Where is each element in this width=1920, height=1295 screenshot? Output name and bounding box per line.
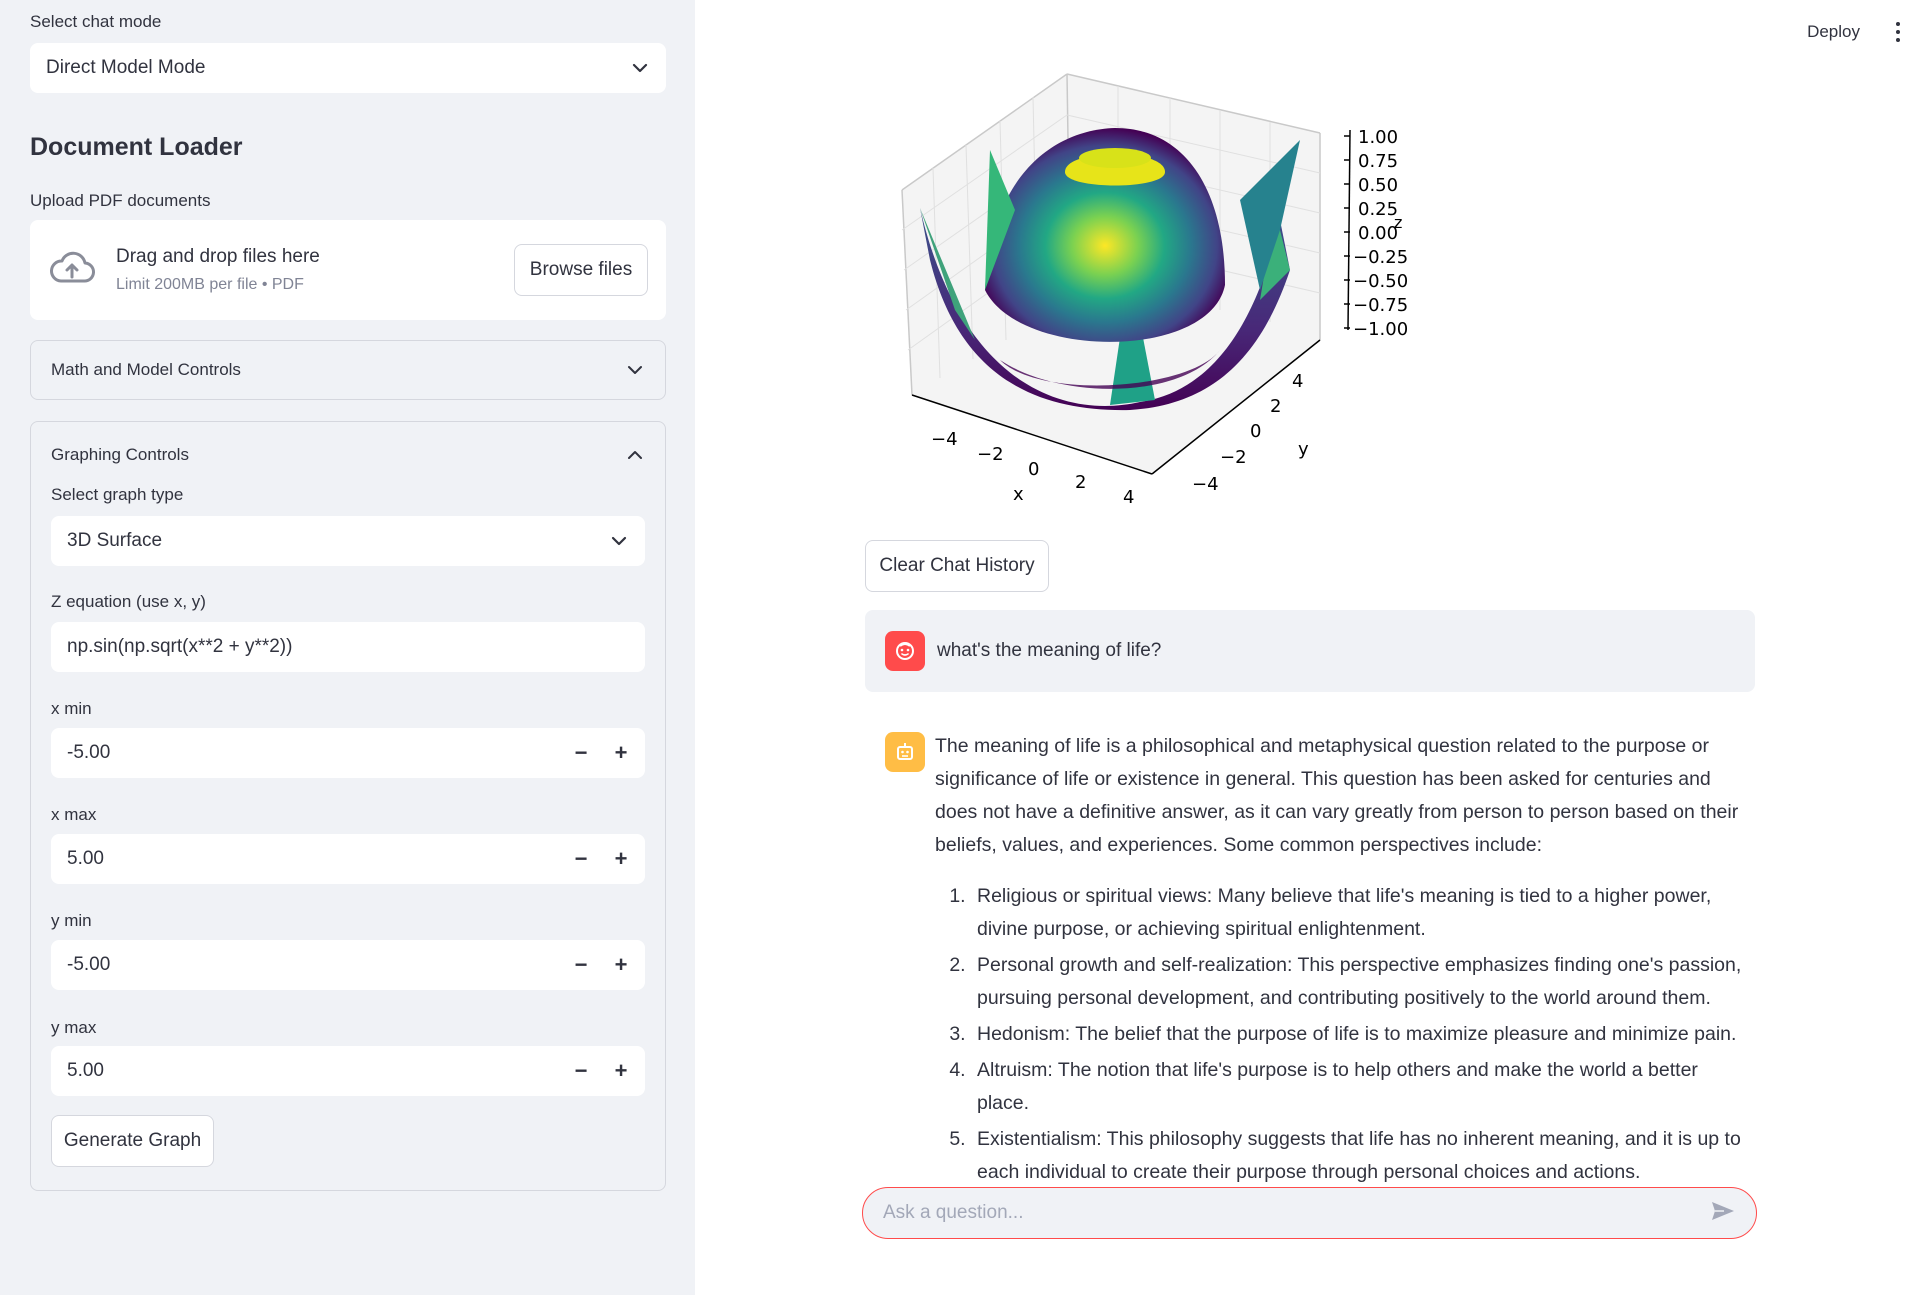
chat-mode-select[interactable]: Direct Model Mode bbox=[30, 43, 666, 93]
y-tick-label: 0 bbox=[1250, 421, 1261, 442]
generate-graph-button[interactable]: Generate Graph bbox=[51, 1115, 214, 1167]
assistant-message-body: The meaning of life is a philosophical a… bbox=[935, 730, 1755, 1192]
x-max-input[interactable]: 5.00 − + bbox=[51, 834, 645, 884]
list-item: Personal growth and self-realization: Th… bbox=[971, 949, 1755, 1015]
increment-button[interactable]: + bbox=[601, 952, 641, 978]
assistant-intro-text: The meaning of life is a philosophical a… bbox=[935, 735, 1739, 856]
x-max-label: x max bbox=[51, 805, 97, 824]
z-tick-label: −0.25 bbox=[1353, 247, 1408, 268]
y-tick-label: 4 bbox=[1292, 371, 1303, 392]
graph-type-select[interactable]: 3D Surface bbox=[51, 516, 645, 566]
deploy-button[interactable]: Deploy bbox=[1807, 22, 1860, 42]
z-equation-label: Z equation (use x, y) bbox=[51, 592, 206, 611]
increment-button[interactable]: + bbox=[601, 740, 641, 766]
upload-main-text: Drag and drop files here bbox=[116, 246, 320, 267]
graph-type-value: 3D Surface bbox=[67, 530, 163, 551]
x-tick-label: 4 bbox=[1123, 487, 1134, 508]
upload-label: Upload PDF documents bbox=[30, 191, 211, 210]
x-min-stepper: − + bbox=[561, 740, 641, 766]
assistant-perspective-list: Religious or spiritual views: Many belie… bbox=[935, 880, 1755, 1189]
x-tick-label: 2 bbox=[1075, 472, 1086, 493]
x-tick-label: −4 bbox=[931, 429, 958, 450]
y-tick-label: −4 bbox=[1192, 474, 1219, 495]
upload-instructions: Drag and drop files here Limit 200MB per… bbox=[116, 246, 514, 294]
math-controls-header[interactable]: Math and Model Controls bbox=[31, 341, 665, 399]
graphing-controls-label: Graphing Controls bbox=[51, 445, 189, 464]
x-max-stepper: − + bbox=[561, 846, 641, 872]
user-avatar-icon bbox=[885, 631, 925, 671]
z-axis-label: z bbox=[1394, 213, 1402, 232]
list-item: Religious or spiritual views: Many belie… bbox=[971, 880, 1755, 946]
z-tick-label: −1.00 bbox=[1353, 319, 1408, 340]
y-min-input[interactable]: -5.00 − + bbox=[51, 940, 645, 990]
y-max-label: y max bbox=[51, 1018, 97, 1037]
upload-limit-text: Limit 200MB per file • PDF bbox=[116, 276, 304, 293]
surface-plot: 1.00 0.75 0.50 0.25 0.00 −0.25 −0.50 −0.… bbox=[901, 73, 1408, 508]
file-uploader-dropzone[interactable]: Drag and drop files here Limit 200MB per… bbox=[30, 220, 666, 320]
chevron-down-icon bbox=[630, 58, 650, 78]
decrement-button[interactable]: − bbox=[561, 952, 601, 978]
increment-button[interactable]: + bbox=[601, 846, 641, 872]
list-item: Hedonism: The belief that the purpose of… bbox=[971, 1018, 1755, 1051]
decrement-button[interactable]: − bbox=[561, 740, 601, 766]
z-tick-label: −0.50 bbox=[1353, 271, 1408, 292]
chat-input[interactable] bbox=[883, 1202, 1710, 1224]
z-equation-input[interactable]: np.sin(np.sqrt(x**2 + y**2)) bbox=[51, 622, 645, 672]
document-loader-title: Document Loader bbox=[30, 133, 243, 161]
decrement-button[interactable]: − bbox=[561, 1058, 601, 1084]
decrement-button[interactable]: − bbox=[561, 846, 601, 872]
z-tick-label: 0.25 bbox=[1358, 199, 1398, 220]
y-min-value: -5.00 bbox=[67, 954, 111, 975]
user-message-text: what's the meaning of life? bbox=[937, 640, 1162, 661]
chat-input-container bbox=[862, 1187, 1757, 1239]
y-min-stepper: − + bbox=[561, 952, 641, 978]
z-tick-label: −0.75 bbox=[1353, 295, 1408, 316]
clear-chat-history-button[interactable]: Clear Chat History bbox=[865, 540, 1049, 592]
list-item: Existentialism: This philosophy suggests… bbox=[971, 1123, 1755, 1189]
browse-files-button[interactable]: Browse files bbox=[514, 244, 648, 296]
y-max-stepper: − + bbox=[561, 1058, 641, 1084]
y-tick-label: 2 bbox=[1270, 396, 1281, 417]
y-min-label: y min bbox=[51, 911, 92, 930]
chat-mode-label: Select chat mode bbox=[30, 12, 162, 31]
y-tick-label: −2 bbox=[1220, 447, 1247, 468]
chevron-down-icon bbox=[625, 360, 645, 380]
z-tick-label: 1.00 bbox=[1358, 127, 1398, 148]
z-tick-label: 0.00 bbox=[1358, 223, 1398, 244]
chevron-down-icon bbox=[609, 531, 629, 551]
x-min-value: -5.00 bbox=[67, 742, 111, 763]
z-tick-label: 0.50 bbox=[1358, 175, 1398, 196]
graphing-controls-expander: Graphing Controls Select graph type 3D S… bbox=[30, 421, 666, 1191]
z-axis-ticks: 1.00 0.75 0.50 0.25 0.00 −0.25 −0.50 −0.… bbox=[1344, 127, 1408, 340]
x-min-input[interactable]: -5.00 − + bbox=[51, 728, 645, 778]
y-max-value: 5.00 bbox=[67, 1060, 104, 1081]
z-tick-label: 0.75 bbox=[1358, 151, 1398, 172]
graph-type-label: Select graph type bbox=[51, 485, 184, 504]
math-controls-expander[interactable]: Math and Model Controls bbox=[30, 340, 666, 400]
user-message: what's the meaning of life? bbox=[865, 610, 1755, 692]
y-axis-label: y bbox=[1298, 439, 1309, 460]
cloud-upload-icon bbox=[48, 251, 96, 290]
y-max-input[interactable]: 5.00 − + bbox=[51, 1046, 645, 1096]
list-item: Altruism: The notion that life's purpose… bbox=[971, 1054, 1755, 1120]
assistant-avatar-icon bbox=[885, 732, 925, 772]
x-tick-label: 0 bbox=[1028, 459, 1039, 480]
math-controls-label: Math and Model Controls bbox=[51, 360, 241, 379]
top-toolbar: Deploy bbox=[1807, 22, 1900, 42]
chevron-up-icon bbox=[625, 445, 645, 465]
sidebar: Select chat mode Direct Model Mode Docum… bbox=[0, 0, 695, 1295]
x-min-label: x min bbox=[51, 699, 92, 718]
main-menu-icon[interactable] bbox=[1896, 22, 1900, 42]
x-tick-label: −2 bbox=[977, 444, 1004, 465]
x-max-value: 5.00 bbox=[67, 848, 104, 869]
chat-mode-value: Direct Model Mode bbox=[46, 57, 206, 78]
send-icon[interactable] bbox=[1710, 1200, 1736, 1227]
increment-button[interactable]: + bbox=[601, 1058, 641, 1084]
graphing-controls-header[interactable]: Graphing Controls bbox=[31, 426, 665, 484]
x-axis-label: x bbox=[1013, 484, 1024, 505]
